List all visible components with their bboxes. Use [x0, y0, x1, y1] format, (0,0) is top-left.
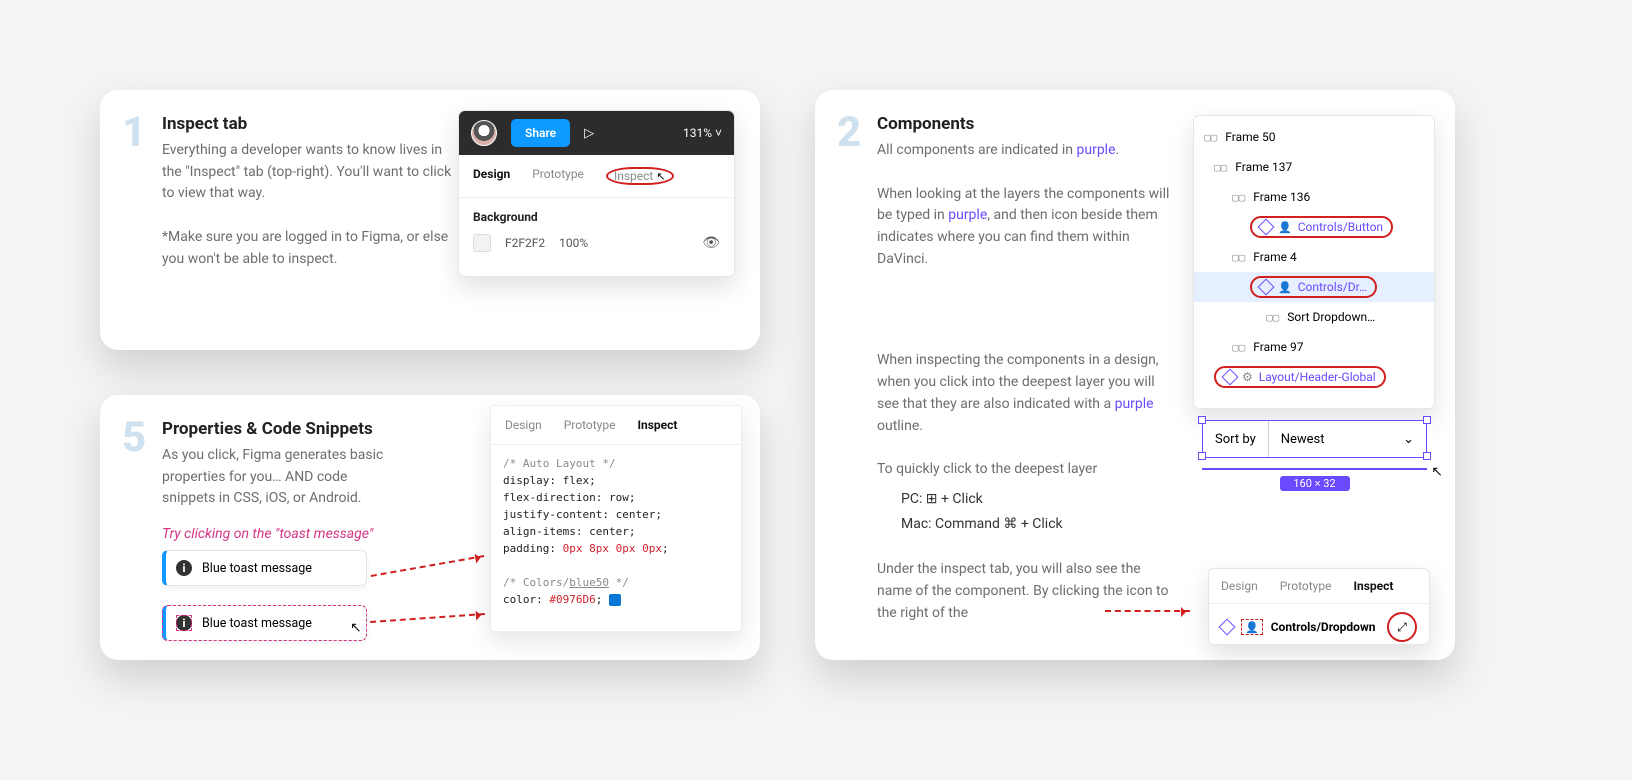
- diamond-icon: [1258, 219, 1275, 236]
- background-label: Background: [473, 210, 720, 224]
- card-components: 2 Components All components are indicate…: [815, 90, 1455, 660]
- card-inspect-tab: 1 Inspect tab Everything a developer wan…: [100, 90, 760, 350]
- layer-row[interactable]: ▢▢Frame 136: [1194, 182, 1434, 212]
- zoom-level[interactable]: 131% ˅: [683, 126, 722, 140]
- hint-text: Try clicking on the "toast message": [162, 524, 392, 546]
- sort-dropdown[interactable]: Sort by Newest ⌄: [1202, 420, 1427, 458]
- toast-example-2-selected[interactable]: i Blue toast message: [162, 605, 367, 641]
- card-note: *Make sure you are logged in to Figma, o…: [162, 227, 452, 270]
- user-icon: 👤: [1278, 281, 1292, 294]
- shortcut-mac: Mac: Command ⌘ + Click: [877, 512, 1177, 537]
- step-number: 2: [837, 108, 861, 157]
- card-text: When looking at the layers the component…: [877, 184, 1177, 271]
- card-text: When inspecting the components in a desi…: [877, 350, 1177, 437]
- info-icon: i: [176, 615, 192, 631]
- tab-design[interactable]: Design: [1221, 579, 1258, 593]
- layer-row-component[interactable]: ⚙Layout/Header-Global: [1194, 362, 1434, 392]
- cursor-icon: ↖: [1431, 464, 1443, 480]
- arrow-annotation: [1105, 610, 1190, 612]
- layer-row[interactable]: ▢▢Frame 97: [1194, 332, 1434, 362]
- tab-inspect[interactable]: Inspect: [1353, 579, 1393, 593]
- card-text: To quickly click to the deepest layer: [877, 459, 1177, 481]
- card-text: Everything a developer wants to know liv…: [162, 140, 452, 205]
- color-swatch[interactable]: [473, 234, 491, 252]
- layer-row-component[interactable]: 👤Controls/Button: [1194, 212, 1434, 242]
- user-icon: 👤: [1278, 221, 1292, 234]
- arrow-annotation: [370, 613, 485, 623]
- diamond-icon: [1219, 619, 1236, 636]
- tab-inspect-highlighted[interactable]: Inspect↖: [606, 167, 674, 185]
- color-preview-swatch: [609, 594, 621, 606]
- figma-panel-mock: Share ▷ 131% ˅ Design Prototype Inspect↖…: [458, 110, 735, 277]
- sort-value: Newest: [1281, 432, 1325, 447]
- goto-main-component-icon[interactable]: ⤢: [1391, 616, 1413, 638]
- layer-row[interactable]: ▢▢Sort Dropdown…: [1194, 302, 1434, 332]
- step-number: 1: [122, 108, 146, 157]
- user-icon: 👤: [1245, 621, 1259, 634]
- component-selection-mock: Sort by Newest⌄ 160 × 32 ↖: [1202, 420, 1427, 480]
- layer-row[interactable]: ▢▢Frame 137: [1194, 152, 1434, 182]
- layer-row[interactable]: ▢▢Frame 50: [1194, 122, 1434, 152]
- card-text: As you click, Figma generates basic prop…: [162, 445, 392, 510]
- step-number: 5: [122, 413, 146, 462]
- gear-icon: ⚙: [1242, 370, 1253, 384]
- share-button[interactable]: Share: [511, 119, 570, 147]
- card-properties-snippets: 5 Properties & Code Snippets As you clic…: [100, 395, 760, 660]
- code-panel: Design Prototype Inspect /* Auto Layout …: [490, 405, 742, 632]
- card-title: Properties & Code Snippets: [162, 419, 392, 439]
- avatar[interactable]: [471, 120, 497, 146]
- toast-label: Blue toast message: [202, 561, 312, 576]
- card-text: All components are indicated in purple.: [877, 140, 1177, 162]
- toast-example-1[interactable]: i Blue toast message: [162, 550, 367, 586]
- diamond-icon: [1222, 369, 1239, 386]
- info-icon: i: [176, 560, 192, 576]
- tab-prototype[interactable]: Prototype: [532, 167, 584, 185]
- inspect-panel: Design Prototype Inspect 👤 Controls/Drop…: [1208, 568, 1430, 645]
- layer-row[interactable]: ▢▢Frame 4: [1194, 242, 1434, 272]
- play-icon[interactable]: ▷: [584, 126, 594, 141]
- color-hex: F2F2F2: [505, 236, 545, 250]
- tab-design[interactable]: Design: [505, 418, 542, 432]
- layer-row-component-selected[interactable]: 👤Controls/Dr…: [1194, 272, 1434, 302]
- tabs: Design Prototype Inspect↖: [459, 155, 734, 198]
- color-opacity: 100%: [559, 236, 588, 250]
- sort-label: Sort by: [1203, 421, 1269, 457]
- card-title: Components: [877, 114, 1177, 134]
- tab-inspect[interactable]: Inspect: [637, 418, 677, 432]
- figma-toolbar: Share ▷ 131% ˅: [459, 111, 734, 155]
- shortcut-pc: PC: ⊞ + Click: [877, 487, 1177, 512]
- toast-label: Blue toast message: [202, 616, 312, 631]
- selection-dimensions: 160 × 32: [1280, 476, 1350, 491]
- diamond-icon: [1258, 279, 1275, 296]
- component-name: Controls/Dropdown: [1271, 620, 1376, 634]
- chevron-down-icon: ⌄: [1403, 432, 1414, 447]
- arrow-annotation: [371, 555, 485, 577]
- layer-tree: ▢▢Frame 50 ▢▢Frame 137 ▢▢Frame 136 👤Cont…: [1193, 115, 1435, 409]
- card-text: Under the inspect tab, you will also see…: [877, 559, 1177, 624]
- tab-design[interactable]: Design: [473, 167, 510, 185]
- tab-prototype[interactable]: Prototype: [1280, 579, 1332, 593]
- code-snippet: /* Auto Layout */ display: flex; flex-di…: [491, 445, 741, 618]
- tab-prototype[interactable]: Prototype: [564, 418, 616, 432]
- background-section: Background F2F2F2 100% 👁: [459, 198, 734, 264]
- card-title: Inspect tab: [162, 114, 452, 134]
- eye-icon[interactable]: 👁: [702, 235, 720, 251]
- cursor-icon: ↖: [656, 170, 665, 183]
- cursor-icon: ↖: [350, 620, 362, 636]
